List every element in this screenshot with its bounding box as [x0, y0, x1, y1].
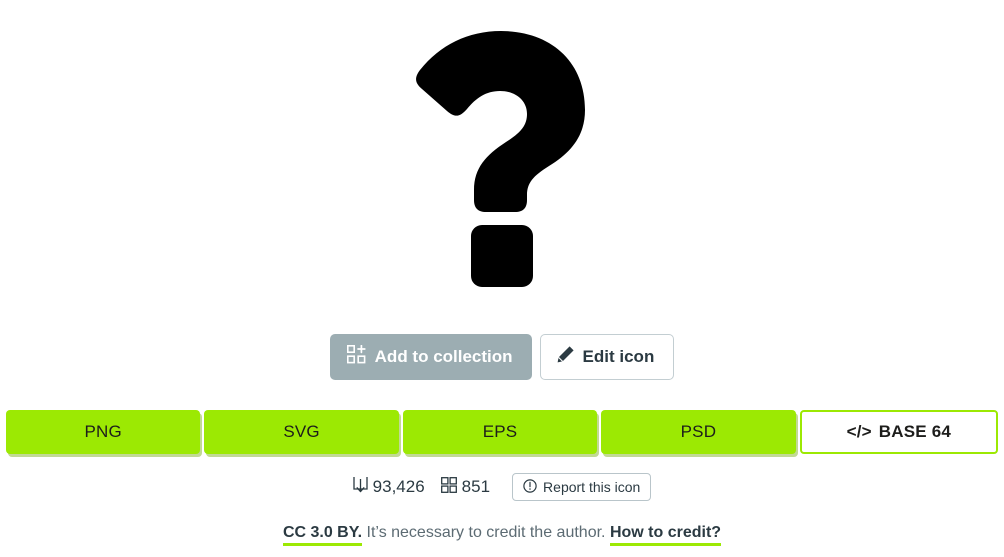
license-line: CC 3.0 BY. It’s necessary to credit the … [0, 524, 1004, 546]
download-png-button[interactable]: PNG [6, 410, 201, 454]
download-svg-button[interactable]: SVG [204, 410, 399, 454]
base64-label: BASE 64 [878, 422, 952, 441]
icon-preview [0, 0, 1004, 320]
icon-stats-row: 93,426 851 Report this icon [0, 473, 1004, 501]
question-mark-icon [416, 31, 585, 287]
edit-icon-label: Edit icon [582, 347, 655, 366]
downloads-count: 93,426 [372, 477, 425, 496]
download-eps-button[interactable]: EPS [402, 410, 598, 454]
pencil-icon [556, 345, 575, 369]
code-brackets-icon: </> [846, 422, 872, 441]
grid-plus-icon [346, 344, 366, 369]
action-button-row: Add to collection Edit icon [0, 334, 1004, 380]
downloads-stat: 93,426 [353, 476, 425, 498]
collections-stat: 851 [440, 476, 491, 498]
download-format-row: PNG SVG EPS PSD </> BASE 64 [6, 410, 999, 454]
download-psd-button[interactable]: PSD [601, 410, 796, 454]
add-to-collection-label: Add to collection [374, 347, 513, 366]
license-description: It’s necessary to credit the author. [366, 524, 606, 541]
how-to-credit-link[interactable]: How to credit? [609, 524, 722, 546]
add-to-collection-button[interactable]: Add to collection [329, 334, 532, 380]
download-base64-button[interactable]: </> BASE 64 [799, 410, 999, 454]
report-label: Report this icon [543, 479, 641, 495]
collections-count: 851 [461, 477, 491, 496]
alert-circle-icon [523, 478, 537, 496]
grid-icon [440, 476, 457, 498]
download-icon [353, 476, 368, 498]
edit-icon-button[interactable]: Edit icon [539, 334, 675, 380]
license-name-link[interactable]: CC 3.0 BY. [282, 524, 363, 546]
report-icon-button[interactable]: Report this icon [512, 473, 652, 501]
